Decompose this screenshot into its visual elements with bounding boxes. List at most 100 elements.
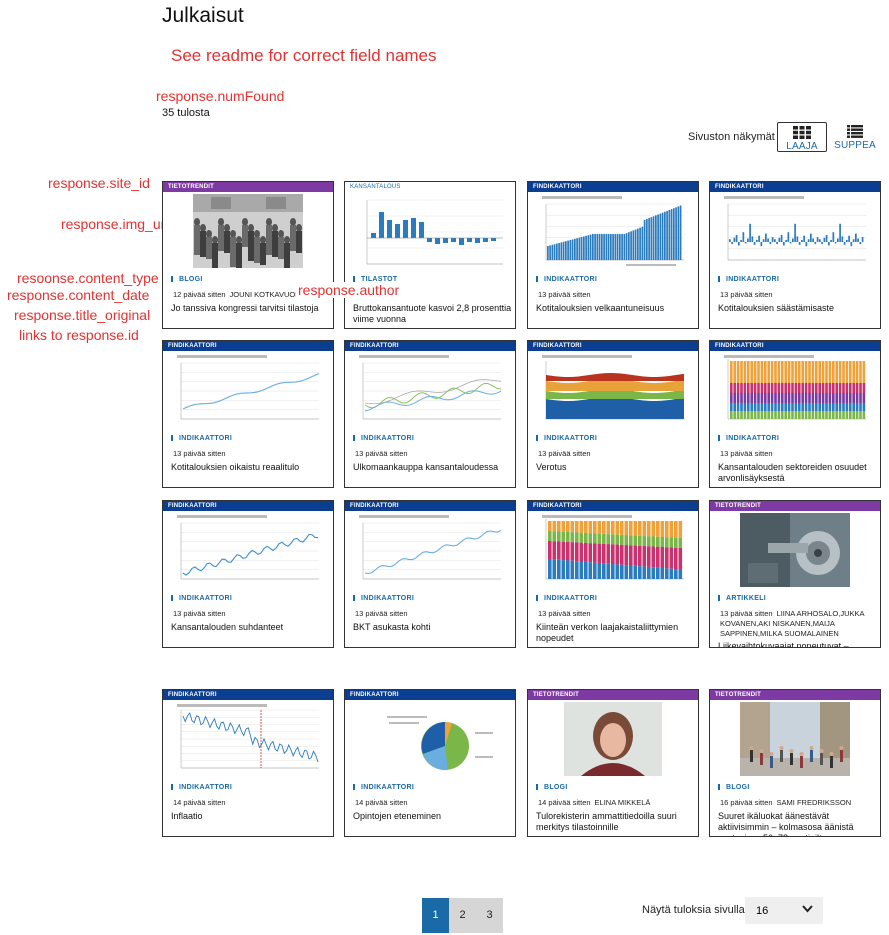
content-type: INDIKAATTORI [353, 784, 414, 791]
result-card[interactable]: KANSANTALOUS TILASTOT Bruttokansantuote ka… [344, 181, 516, 329]
card-title[interactable]: Verotus [536, 462, 696, 473]
site-band: FINDIKAATTORI [710, 341, 880, 351]
site-band: FINDIKAATTORI [345, 690, 515, 700]
content-author: SAMI FREDRIKSSON [776, 798, 852, 807]
card-thumbnail [171, 513, 325, 587]
result-card[interactable]: TIETOTRENDIT BLOGI 16 päivää sitten SAMI FR… [709, 689, 881, 837]
card-thumbnail [536, 353, 690, 427]
site-band: FINDIKAATTORI [528, 341, 698, 351]
title-original-annotation: response.title_original [14, 307, 151, 323]
result-card[interactable]: FINDIKAATTORI INDIKAATTORI 13 päivää sitte… [709, 340, 881, 488]
card-meta: 13 päivää sitten [538, 290, 696, 300]
card-title[interactable]: Kotitalouksien säästämisaste [718, 303, 878, 314]
card-title[interactable]: Kotitalouksien oikaistu reaalitulo [171, 462, 331, 473]
result-card[interactable]: FINDIKAATTORI INDIKAATTORI 13 päivää sitte… [527, 181, 699, 329]
card-thumbnail [718, 702, 872, 776]
content-type: INDIKAATTORI [536, 276, 597, 283]
site-band: FINDIKAATTORI [345, 501, 515, 511]
content-author: ELINA MIKKELÄ [594, 798, 651, 807]
card-thumbnail [536, 513, 690, 587]
content-date: 13 päivää sitten [173, 609, 226, 618]
card-meta: 13 päivää sitten [355, 609, 513, 619]
card-meta: 14 päivää sitten [355, 798, 513, 808]
card-thumbnail [171, 702, 325, 776]
readme-annotation: See readme for correct field names [171, 46, 437, 65]
result-card[interactable]: FINDIKAATTORI INDIKAATTORI 13 päivää sitte… [344, 500, 516, 648]
card-title[interactable]: BKT asukasta kohti [353, 622, 513, 633]
per-page-select[interactable]: 16 [745, 897, 823, 924]
content-type: INDIKAATTORI [353, 435, 414, 442]
content-type: ARTIKKELI [718, 595, 766, 602]
card-thumbnail [718, 353, 872, 427]
card-meta: 13 päivää sitten LIINA ARHOSALO,JUKKA KOV… [720, 609, 878, 639]
content-date: 14 päivää sitten [173, 798, 226, 807]
result-card[interactable]: TIETOTRENDIT ARTIKKELI 13 päivää sitten LII… [709, 500, 881, 648]
card-thumbnail [353, 513, 507, 587]
site-id-annotation: response.site_id [48, 175, 150, 191]
content-type: BLOGI [536, 784, 568, 791]
result-card[interactable]: FINDIKAATTORI INDIKAATTORI 14 päivää sitte… [162, 689, 334, 837]
result-card[interactable]: FINDIKAATTORI INDIKAATTORI 14 päivää sitte… [344, 689, 516, 837]
result-card[interactable]: FINDIKAATTORI INDIKAATTORI 13 päivää sitte… [344, 340, 516, 488]
card-meta: 13 päivää sitten [355, 449, 513, 459]
view-laaja-button[interactable]: LAAJA [777, 122, 827, 152]
card-thumbnail [718, 513, 872, 587]
page-button-3[interactable]: 3 [476, 898, 503, 933]
content-type: INDIKAATTORI [536, 435, 597, 442]
content-type: INDIKAATTORI [171, 784, 232, 791]
result-card[interactable]: TIETOTRENDIT BLOGI 12 päivää sitten JOUNI K… [162, 181, 334, 329]
site-band: FINDIKAATTORI [163, 690, 333, 700]
result-card[interactable]: FINDIKAATTORI INDIKAATTORI 13 päivää sitte… [709, 181, 881, 329]
card-meta: 13 päivää sitten [720, 449, 878, 459]
content-date: 13 päivää sitten [173, 449, 226, 458]
result-count: 35 tulosta [162, 107, 210, 119]
img-url-annotation: response.img_url [61, 216, 169, 232]
per-page-value: 16 [756, 905, 769, 917]
card-title[interactable]: Ulkomaankauppa kansantaloudessa [353, 462, 513, 473]
card-title[interactable]: Suuret ikäluokat äänestävät aktiivisimmi… [718, 811, 878, 836]
content-type: INDIKAATTORI [536, 595, 597, 602]
result-card[interactable]: TIETOTRENDIT BLOGI 14 päivää sitten ELINA M… [527, 689, 699, 837]
site-band: FINDIKAATTORI [710, 182, 880, 192]
card-thumbnail [353, 353, 507, 427]
site-band: FINDIKAATTORI [163, 501, 333, 511]
content-date: 13 päivää sitten [720, 290, 773, 299]
result-card[interactable]: FINDIKAATTORI INDIKAATTORI 13 päivää sitte… [162, 340, 334, 488]
page-button-2[interactable]: 2 [449, 898, 476, 933]
grid-icon [793, 126, 811, 139]
result-card[interactable]: FINDIKAATTORI INDIKAATTORI 13 päivää sitte… [527, 340, 699, 488]
chevron-down-icon [802, 905, 813, 913]
content-type: INDIKAATTORI [718, 276, 779, 283]
card-title[interactable]: Kansantalouden sektoreiden osuudet arvon… [718, 462, 878, 484]
result-card[interactable]: FINDIKAATTORI INDIKAATTORI 13 päivää sitte… [527, 500, 699, 648]
content-type-annotation: resoonse.content_type [17, 270, 159, 286]
card-meta: 14 päivää sitten ELINA MIKKELÄ [538, 798, 696, 808]
content-type: INDIKAATTORI [171, 595, 232, 602]
card-title[interactable]: Liikevaihtokuvaajat nopeutuvat – tarkemp… [718, 641, 878, 647]
card-title[interactable]: Opintojen eteneminen [353, 811, 513, 822]
card-meta: 16 päivää sitten SAMI FREDRIKSSON [720, 798, 878, 808]
card-title[interactable]: Kotitalouksien velkaantuneisuus [536, 303, 696, 314]
content-type: BLOGI [718, 784, 750, 791]
card-thumbnail [718, 194, 872, 268]
content-date: 13 päivää sitten [720, 609, 773, 618]
content-author: JOUNI KOTKAVUORI [229, 290, 303, 299]
card-title[interactable]: Jo tanssiva kongressi tarvitsi tilastoja [171, 303, 331, 314]
card-title[interactable]: Bruttokansantuote kasvoi 2,8 prosenttia … [353, 303, 513, 325]
num-found-annotation: response.numFound [156, 88, 285, 104]
card-title[interactable]: Kiinteän verkon laajakaistaliittymien no… [536, 622, 696, 644]
site-band: KANSANTALOUS [350, 184, 401, 190]
page-button-1[interactable]: 1 [422, 898, 449, 933]
content-date: 13 päivää sitten [355, 609, 408, 618]
card-title[interactable]: Tulorekisterin ammattitiedoilla suuri me… [536, 811, 696, 833]
card-title[interactable]: Kansantalouden suhdanteet [171, 622, 331, 633]
card-meta: 13 päivää sitten [538, 449, 696, 459]
view-suppea-button[interactable]: SUPPEA [830, 122, 880, 152]
view-laaja-label: LAAJA [786, 141, 818, 152]
card-title[interactable]: Inflaatio [171, 811, 331, 822]
result-card[interactable]: FINDIKAATTORI INDIKAATTORI 13 päivää sitte… [162, 500, 334, 648]
list-icon [847, 125, 863, 138]
per-page-label: Näytä tuloksia sivulla [642, 904, 745, 916]
card-thumbnail [353, 702, 507, 776]
page-title: Julkaisut [162, 4, 244, 27]
